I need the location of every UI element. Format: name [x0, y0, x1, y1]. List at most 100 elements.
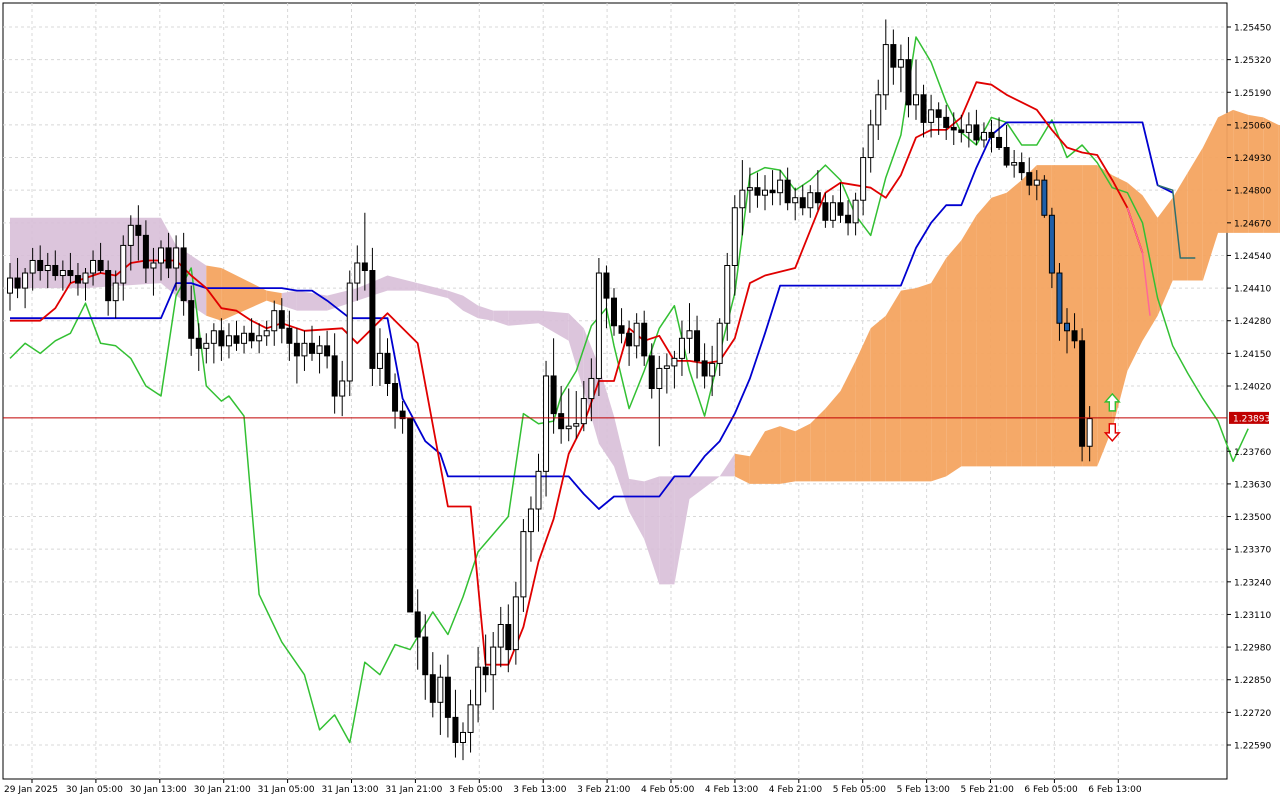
bull-candle-body — [580, 398, 587, 425]
bear-candle-body — [769, 189, 776, 194]
cloud-segment — [1218, 109, 1234, 233]
bull-candle-body — [44, 264, 51, 272]
bull-candle-body — [709, 362, 716, 377]
bull-candle-body — [22, 272, 29, 289]
bull-candle-body — [777, 179, 784, 194]
bull-candle-body — [980, 131, 987, 141]
x-tick-label: 4 Feb 05:00 — [641, 785, 695, 795]
bear-candle-body — [603, 272, 610, 299]
bull-candle-body — [565, 425, 572, 430]
y-tick-label: 1.25060 — [1234, 121, 1271, 131]
candle — [407, 418, 414, 613]
bull-candle-body — [807, 192, 814, 209]
y-tick-label: 1.24410 — [1234, 285, 1271, 295]
y-tick-label: 1.24150 — [1234, 350, 1271, 360]
chart-canvas: 1.23893 1.25450 1.25320 1.25190 1.25060 1.24… — [2, 2, 1280, 795]
bear-candle-body — [135, 224, 142, 236]
bear-candle-body — [890, 44, 897, 68]
bear-candle-body — [97, 259, 104, 272]
bear-candle-body — [611, 297, 617, 327]
bull-candle-body — [678, 337, 685, 359]
y-tick-label: 1.23500 — [1234, 513, 1271, 523]
bull-candle-body — [671, 357, 678, 367]
bear-candle-body — [701, 360, 708, 377]
y-tick-label: 1.23240 — [1234, 578, 1271, 588]
cloud-segment — [870, 315, 886, 482]
bear-candle-body — [414, 611, 421, 638]
x-tick-label: 6 Feb 13:00 — [1088, 785, 1142, 795]
bull-candle-body — [663, 365, 670, 369]
bear-candle-body — [1071, 330, 1078, 342]
bear-candle-body — [195, 337, 202, 349]
bear-candle-body — [505, 623, 512, 651]
bull-candle-body — [852, 199, 859, 224]
y-tick-label: 1.25450 — [1234, 24, 1271, 34]
bull-candle-body — [112, 282, 119, 302]
candle — [595, 257, 602, 397]
bear-candle-body — [837, 202, 844, 216]
cloud-segment — [946, 240, 962, 477]
bear-candle-body — [165, 247, 172, 269]
cloud-segment — [900, 288, 916, 482]
bear-candle-body — [905, 59, 912, 106]
cloud-segment — [961, 215, 977, 467]
y-tick-label: 1.22980 — [1234, 644, 1271, 654]
cloud-segment — [1021, 165, 1037, 467]
bear-candle-body — [958, 129, 965, 133]
bull-candle-body — [656, 367, 663, 390]
bull-candle-body — [1086, 418, 1093, 447]
bear-candle-body — [618, 325, 625, 334]
bull-candle-body — [120, 244, 127, 284]
bull-candle-body — [82, 272, 89, 284]
bear-candle-body — [799, 197, 806, 209]
bull-candle-body — [897, 59, 904, 68]
bull-candle-body — [535, 470, 542, 510]
x-tick-label: 29 Jan 2025 — [4, 785, 58, 795]
bull-candle-body — [746, 187, 753, 191]
cloud-segment — [1127, 182, 1143, 371]
bull-candle-body — [792, 197, 799, 204]
cloud-segment — [931, 257, 947, 482]
bull-candle-body — [497, 623, 504, 648]
bear-candle-body — [1056, 272, 1063, 324]
bull-candle-body — [1011, 162, 1018, 166]
bull-candle-body — [762, 189, 768, 196]
bull-candle-body — [7, 277, 13, 294]
bull-candle-body — [339, 380, 346, 397]
bull-candle-body — [543, 375, 550, 472]
x-tick-label: 3 Feb 21:00 — [577, 785, 631, 795]
bull-candle-body — [354, 262, 361, 284]
bull-candle-body — [829, 202, 836, 221]
bull-candle-body — [90, 259, 97, 274]
bear-candle-body — [293, 342, 300, 357]
bull-candle-body — [29, 259, 36, 274]
bear-candle-body — [422, 636, 429, 676]
x-tick-label: 30 Jan 13:00 — [130, 785, 187, 795]
bull-candle-body — [437, 676, 444, 703]
cloud-segment — [885, 290, 901, 482]
bear-candle-body — [369, 270, 376, 369]
cloud-segment — [991, 192, 1007, 467]
bear-candle-body — [407, 418, 414, 613]
x-tick-label: 30 Jan 05:00 — [66, 785, 123, 795]
bear-candle-body — [67, 270, 74, 277]
bull-candle-body — [127, 224, 134, 246]
cloud-segment — [206, 265, 222, 321]
x-tick-label: 4 Feb 21:00 — [769, 785, 823, 795]
bear-candle-body — [429, 674, 436, 703]
y-tick-label: 1.23370 — [1234, 546, 1271, 556]
bear-candle-body — [105, 270, 112, 302]
bear-candle-body — [694, 330, 701, 362]
bear-candle-body — [14, 277, 21, 289]
x-tick-label: 3 Feb 05:00 — [449, 785, 503, 795]
bear-candle-body — [943, 116, 950, 128]
candle — [1041, 175, 1048, 218]
bull-candle-body — [527, 508, 534, 533]
bear-candle-body — [482, 666, 489, 676]
y-tick-label: 1.25320 — [1234, 56, 1271, 66]
bear-candle-body — [988, 131, 995, 138]
x-tick-label: 31 Jan 13:00 — [322, 785, 379, 795]
bull-candle-body — [731, 207, 738, 266]
bull-candle-body — [965, 124, 972, 133]
bear-candle-body — [1064, 322, 1070, 332]
